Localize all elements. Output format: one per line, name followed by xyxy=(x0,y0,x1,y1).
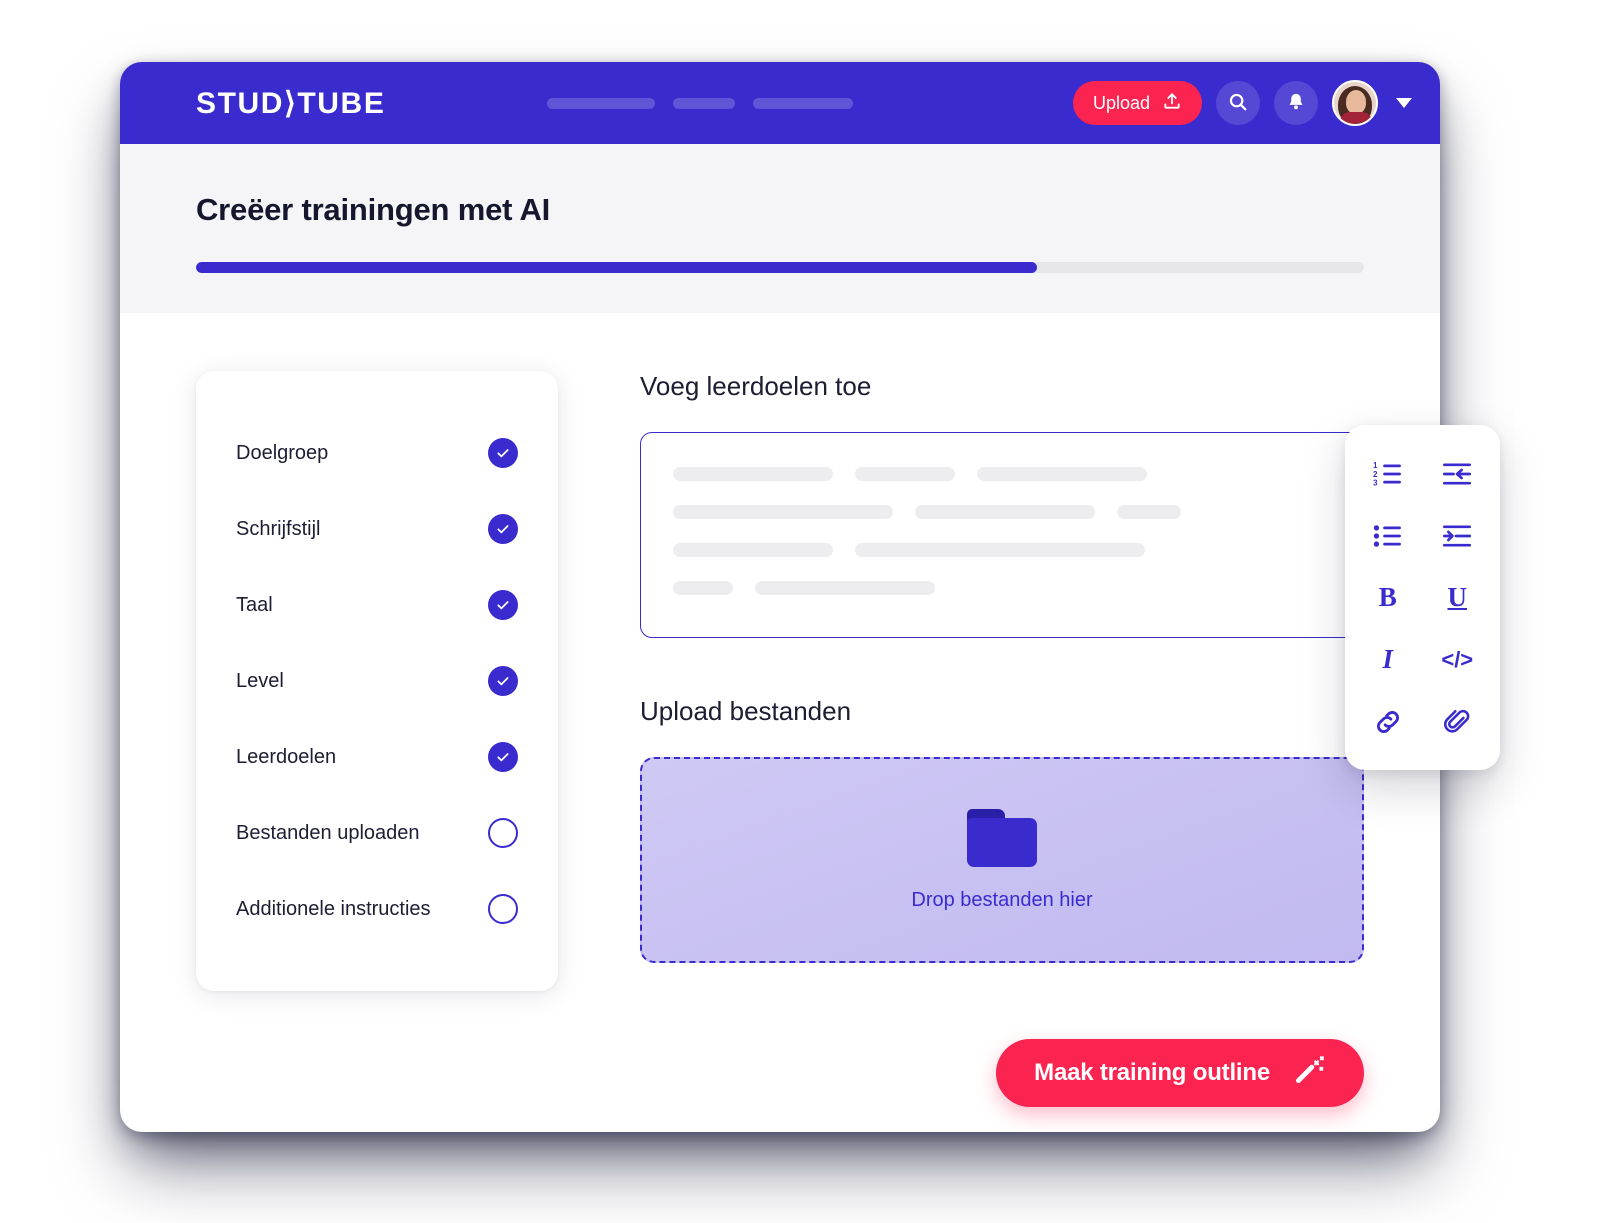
underline-icon[interactable]: U xyxy=(1433,578,1481,618)
nav-placeholder-2[interactable] xyxy=(673,97,736,109)
checklist-item-label: Taal xyxy=(236,593,273,616)
cta-label: Maak training outline xyxy=(1034,1059,1270,1086)
skeleton-bar xyxy=(855,543,1145,557)
progress-bar-fill xyxy=(196,262,1037,273)
bold-icon[interactable]: B xyxy=(1364,578,1412,618)
checklist-item-leerdoelen[interactable]: Leerdoelen xyxy=(236,719,518,795)
goal-skeleton-row xyxy=(673,581,1331,595)
bold-icon-glyph: B xyxy=(1378,582,1397,612)
indent-icon[interactable] xyxy=(1433,516,1481,556)
upload-button-label: Upload xyxy=(1092,92,1150,113)
notifications-button[interactable] xyxy=(1274,81,1318,125)
check-circle-icon[interactable] xyxy=(488,666,518,696)
code-icon[interactable]: </> xyxy=(1433,640,1481,680)
create-training-outline-button[interactable]: Maak training outline xyxy=(996,1039,1364,1107)
empty-circle-icon[interactable] xyxy=(488,818,518,848)
code-icon-glyph: </> xyxy=(1441,646,1474,672)
checklist-item-additionele-instructies[interactable]: Additionele instructies xyxy=(236,871,518,947)
app-window: STUD⟩TUBE Upload Creëer trainingen met A… xyxy=(120,62,1440,1132)
checklist-item-label: Leerdoelen xyxy=(236,745,337,768)
app-header: STUD⟩TUBE Upload xyxy=(120,62,1440,144)
upload-heading: Upload bestanden xyxy=(640,696,852,726)
studytube-logo: STUD⟩TUBE xyxy=(196,86,386,120)
text-format-toolbar: 1 2 3 B U I </> xyxy=(1345,425,1500,770)
header-actions: Upload xyxy=(1072,80,1412,126)
learning-goals-input[interactable] xyxy=(640,432,1364,638)
chevron-down-icon[interactable] xyxy=(1396,98,1412,108)
check-circle-icon[interactable] xyxy=(488,514,518,544)
link-icon[interactable] xyxy=(1364,702,1412,742)
italic-icon-glyph: I xyxy=(1382,644,1393,674)
svg-text:3: 3 xyxy=(1373,478,1378,487)
cta-row: Maak training outline xyxy=(120,991,1440,1107)
nav-placeholder-3[interactable] xyxy=(753,97,854,109)
checklist-item-level[interactable]: Level xyxy=(236,643,518,719)
search-button[interactable] xyxy=(1216,81,1260,125)
empty-circle-icon[interactable] xyxy=(488,894,518,924)
numbered-list-icon[interactable]: 123 xyxy=(1364,454,1412,494)
folder-icon xyxy=(967,808,1037,867)
checklist-item-schrijfstijl[interactable]: Schrijfstijl xyxy=(236,491,518,567)
checklist-card: Doelgroep Schrijfstijl Taal Level Leerdoelen… xyxy=(196,371,558,991)
dropzone-label: Drop bestanden hier xyxy=(911,888,1093,911)
header-nav-placeholders xyxy=(547,97,854,109)
outdent-icon[interactable] xyxy=(1433,454,1481,494)
avatar[interactable] xyxy=(1332,80,1378,126)
checklist-item-bestanden-uploaden[interactable]: Bestanden uploaden xyxy=(236,795,518,871)
avatar-face xyxy=(1346,90,1366,114)
upload-section: Upload bestanden Drop bestanden hier xyxy=(640,696,1364,963)
check-circle-icon[interactable] xyxy=(488,438,518,468)
page-title-band: Creëer trainingen met AI xyxy=(120,144,1440,313)
goal-skeleton-row xyxy=(673,543,1331,557)
skeleton-bar xyxy=(673,581,733,595)
checklist-item-label: Bestanden uploaden xyxy=(236,821,420,844)
bullet-list-icon[interactable] xyxy=(1364,516,1412,556)
checklist-item-label: Schrijfstijl xyxy=(236,517,321,540)
skeleton-bar xyxy=(915,505,1095,519)
skeleton-bar xyxy=(673,505,893,519)
skeleton-bar xyxy=(673,543,833,557)
goal-skeleton-row xyxy=(673,505,1331,519)
checklist-item-label: Additionele instructies xyxy=(236,897,431,920)
main-column: Voeg leerdoelen toe Upload bestanden Dro… xyxy=(640,371,1364,991)
page-title: Creëer trainingen met AI xyxy=(196,192,551,227)
progress-bar xyxy=(196,262,1364,273)
checklist-item-label: Level xyxy=(236,669,284,692)
skeleton-bar xyxy=(1117,505,1181,519)
checklist-item-taal[interactable]: Taal xyxy=(236,567,518,643)
nav-placeholder-1[interactable] xyxy=(547,97,656,109)
skeleton-bar xyxy=(855,467,955,481)
check-circle-icon[interactable] xyxy=(488,590,518,620)
skeleton-bar xyxy=(755,581,935,595)
attachment-icon[interactable] xyxy=(1433,702,1481,742)
upload-button[interactable]: Upload xyxy=(1072,81,1202,125)
checklist-item-label: Doelgroep xyxy=(236,441,329,464)
check-circle-icon[interactable] xyxy=(488,742,518,772)
page-content: Doelgroep Schrijfstijl Taal Level Leerdoelen… xyxy=(120,313,1440,991)
avatar-shirt xyxy=(1340,112,1372,124)
goals-heading: Voeg leerdoelen toe xyxy=(640,371,872,401)
search-icon xyxy=(1227,91,1249,116)
notification-bell-icon xyxy=(1285,91,1307,116)
upload-arrow-icon xyxy=(1162,91,1182,116)
magic-wand-icon xyxy=(1292,1053,1326,1094)
checklist-item-doelgroep[interactable]: Doelgroep xyxy=(236,415,518,491)
skeleton-bar xyxy=(673,467,833,481)
goal-skeleton-row xyxy=(673,467,1331,481)
file-dropzone[interactable]: Drop bestanden hier xyxy=(640,757,1364,963)
italic-icon[interactable]: I xyxy=(1364,640,1412,680)
underline-icon-glyph: U xyxy=(1447,582,1468,612)
skeleton-bar xyxy=(977,467,1147,481)
